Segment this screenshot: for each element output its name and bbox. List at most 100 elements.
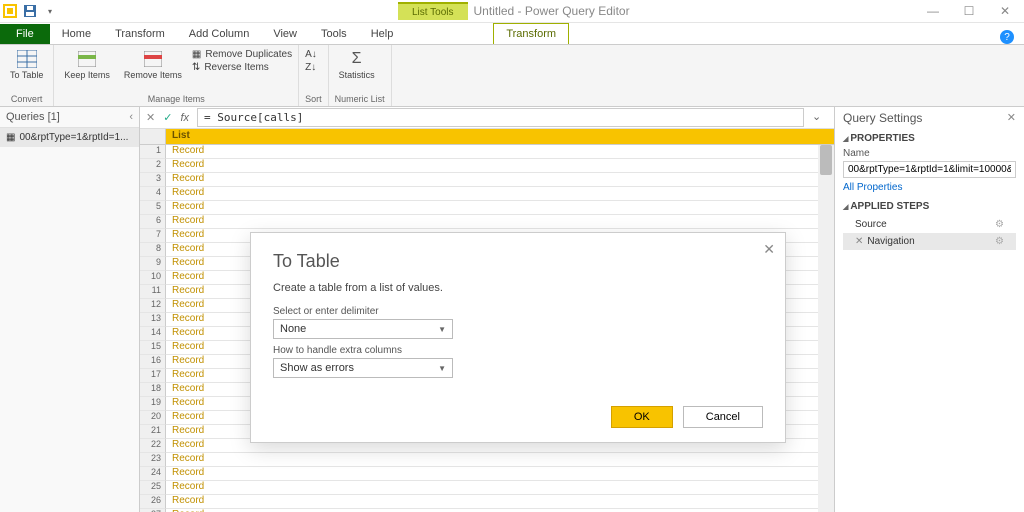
close-button[interactable]: ✕ [998,4,1012,18]
cell-value[interactable]: Record [166,215,834,229]
row-number: 25 [140,481,166,495]
step-name: Navigation [867,236,914,247]
table-row[interactable]: 23Record [140,453,834,467]
row-number: 12 [140,299,166,313]
table-row[interactable]: 5Record [140,201,834,215]
row-number: 1 [140,145,166,159]
to-table-button[interactable]: To Table [6,47,47,83]
delimiter-value: None [280,323,306,335]
remove-duplicates-icon: ▦ [192,49,201,60]
formula-input[interactable]: = Source[calls] [197,108,804,127]
row-number: 8 [140,243,166,257]
ribbon-group-sort: A↓ Z↓ Sort [299,45,329,106]
fx-icon: fx [180,112,189,124]
cancel-formula-icon[interactable]: ✕ [146,111,155,124]
table-row[interactable]: 3Record [140,173,834,187]
tab-context-transform[interactable]: Transform [493,23,569,44]
contextual-tab-label: List Tools [398,2,468,20]
tab-tools[interactable]: Tools [309,24,359,44]
cell-value[interactable]: Record [166,495,834,509]
group-label-sort: Sort [305,94,322,106]
table-row[interactable]: 26Record [140,495,834,509]
sort-desc-icon: Z↓ [305,62,316,73]
tab-transform[interactable]: Transform [103,24,177,44]
row-number: 4 [140,187,166,201]
cell-value[interactable]: Record [166,159,834,173]
row-number: 18 [140,383,166,397]
remove-items-button[interactable]: Remove Items [120,47,186,83]
delimiter-combo[interactable]: None ▼ [273,319,453,339]
row-number: 26 [140,495,166,509]
query-name-input[interactable] [843,161,1016,178]
help-icon[interactable]: ? [1000,30,1014,44]
row-number: 7 [140,229,166,243]
row-number: 20 [140,411,166,425]
ribbon-group-numeric: Σ Statistics Numeric List [329,45,392,106]
keep-items-button[interactable]: Keep Items [60,47,114,83]
statistics-button[interactable]: Σ Statistics [335,47,379,83]
properties-section-header[interactable]: PROPERTIES [843,133,1016,144]
delete-step-icon[interactable]: ✕ [855,236,863,247]
tab-add-column[interactable]: Add Column [177,24,262,44]
scrollbar-thumb[interactable] [820,145,832,175]
applied-steps-header[interactable]: APPLIED STEPS [843,201,1016,212]
cell-value[interactable]: Record [166,201,834,215]
row-number: 14 [140,327,166,341]
gear-icon[interactable]: ⚙ [995,236,1004,247]
cell-value[interactable]: Record [166,453,834,467]
settings-title: Query Settings [843,111,1016,125]
maximize-button[interactable]: ☐ [962,4,976,18]
collapse-pane-icon[interactable]: ‹ [129,111,133,123]
row-number: 19 [140,397,166,411]
cell-value[interactable]: Record [166,173,834,187]
minimize-button[interactable]: — [926,4,940,18]
tab-file[interactable]: File [0,24,50,44]
extra-columns-combo[interactable]: Show as errors ▼ [273,358,453,378]
all-properties-link[interactable]: All Properties [843,182,1016,193]
save-icon[interactable] [22,3,38,19]
row-number: 2 [140,159,166,173]
expand-formula-icon[interactable]: ⌄ [812,110,828,126]
table-row[interactable]: 25Record [140,481,834,495]
sort-desc-button[interactable]: Z↓ [305,62,317,73]
close-settings-icon[interactable]: ✕ [1007,111,1016,124]
row-number: 15 [140,341,166,355]
table-row[interactable]: 6Record [140,215,834,229]
tab-view[interactable]: View [261,24,309,44]
row-number: 11 [140,285,166,299]
dialog-description: Create a table from a list of values. [273,282,763,294]
query-item[interactable]: ▦ 00&rptType=1&rptId=1... [0,128,139,147]
row-number: 22 [140,439,166,453]
remove-duplicates-button[interactable]: ▦ Remove Duplicates [192,49,292,60]
table-row[interactable]: 1Record [140,145,834,159]
cancel-button[interactable]: Cancel [683,406,763,428]
table-small-icon: ▦ [6,132,15,143]
cell-value[interactable]: Record [166,467,834,481]
tab-home[interactable]: Home [50,24,103,44]
table-row[interactable]: 2Record [140,159,834,173]
column-header-list[interactable]: List [166,129,834,145]
ok-button[interactable]: OK [611,406,673,428]
table-row[interactable]: 24Record [140,467,834,481]
vertical-scrollbar[interactable] [818,145,834,512]
row-number: 9 [140,257,166,271]
tab-help[interactable]: Help [359,24,406,44]
accept-formula-icon[interactable]: ✓ [163,111,172,124]
reverse-items-button[interactable]: ⇅ Reverse Items [192,62,292,73]
cell-value[interactable]: Record [166,187,834,201]
app-title: Untitled - Power Query Editor [474,4,630,18]
chevron-down-icon: ▼ [438,364,446,373]
applied-step[interactable]: ✕ Navigation ⚙ [843,233,1016,250]
cell-value[interactable]: Record [166,481,834,495]
applied-step[interactable]: Source⚙ [843,216,1016,233]
to-table-label: To Table [10,71,43,81]
cell-value[interactable]: Record [166,145,834,159]
gear-icon[interactable]: ⚙ [995,219,1004,230]
title-bar: ▾ List Tools Untitled - Power Query Edit… [0,0,1024,23]
reverse-items-label: Reverse Items [204,62,268,73]
table-row[interactable]: 4Record [140,187,834,201]
sort-asc-button[interactable]: A↓ [305,49,317,60]
qat-dropdown-icon[interactable]: ▾ [42,3,58,19]
chevron-down-icon: ▼ [438,325,446,334]
dialog-close-icon[interactable]: ✕ [763,241,775,258]
